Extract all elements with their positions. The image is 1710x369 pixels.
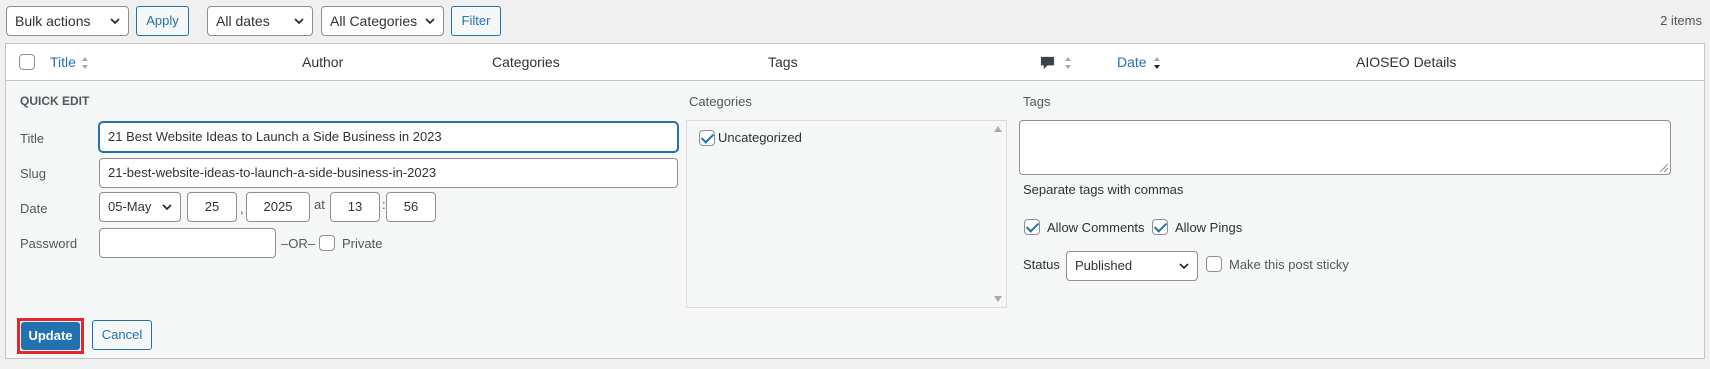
category-checkbox[interactable] [699, 130, 715, 146]
sort-icon[interactable] [1064, 56, 1072, 70]
month-value: 05-May [108, 199, 152, 214]
month-select[interactable]: 05-May [99, 192, 181, 222]
column-aioseo-details: AIOSEO Details [1356, 54, 1457, 70]
tags-hint: Separate tags with commas [1023, 182, 1184, 197]
chevron-down-icon [294, 18, 304, 25]
slug-label: Slug [20, 166, 47, 181]
private-label: Private [342, 236, 383, 251]
bulk-actions-label: Bulk actions [15, 13, 91, 29]
tags-label: Tags [1023, 94, 1051, 109]
year-input[interactable]: 2025 [246, 192, 310, 222]
column-tags: Tags [768, 54, 798, 70]
scroll-down-icon[interactable] [994, 296, 1002, 302]
title-label: Title [20, 131, 45, 146]
sort-icon[interactable] [1153, 56, 1161, 70]
chevron-down-icon [1179, 263, 1189, 270]
day-input[interactable]: 25 [187, 192, 237, 222]
allow-comments-checkbox[interactable] [1024, 219, 1040, 235]
status-label: Status [1023, 257, 1060, 272]
column-categories: Categories [492, 54, 560, 70]
sticky-checkbox[interactable] [1206, 256, 1222, 272]
password-input[interactable] [99, 228, 276, 258]
apply-button[interactable]: Apply [136, 6, 189, 36]
category-label: Uncategorized [718, 130, 802, 145]
bulk-actions-select[interactable]: Bulk actions [6, 6, 129, 36]
dates-label: All dates [216, 13, 270, 29]
private-checkbox[interactable] [319, 235, 335, 251]
minute-input[interactable]: 56 [386, 192, 436, 222]
allow-pings-checkbox[interactable] [1152, 219, 1168, 235]
status-value: Published [1075, 258, 1133, 273]
at-label: at [314, 197, 325, 212]
update-highlight: Update [17, 318, 84, 354]
update-button[interactable]: Update [21, 322, 80, 350]
allow-comments-label: Allow Comments [1047, 220, 1145, 235]
filter-button[interactable]: Filter [451, 6, 501, 36]
chevron-down-icon [162, 204, 172, 211]
select-all-checkbox[interactable] [19, 54, 35, 70]
or-label: –OR– [281, 236, 315, 251]
title-input[interactable]: 21 Best Website Ideas to Launch a Side B… [99, 122, 678, 152]
categories-filter-label: All Categories [330, 13, 418, 29]
sticky-label: Make this post sticky [1229, 257, 1349, 272]
hour-input[interactable]: 13 [330, 192, 380, 222]
allow-pings-label: Allow Pings [1175, 220, 1243, 235]
date-label: Date [20, 201, 48, 216]
resize-handle-icon[interactable] [1660, 164, 1668, 172]
chevron-down-icon [425, 18, 435, 25]
column-date[interactable]: Date [1117, 54, 1147, 70]
chevron-down-icon [110, 18, 120, 25]
status-select[interactable]: Published [1066, 251, 1198, 281]
categories-label: Categories [689, 94, 752, 109]
column-author: Author [302, 54, 344, 70]
comment-icon[interactable] [1040, 55, 1055, 70]
tags-textarea[interactable] [1019, 120, 1671, 175]
date-comma: , [240, 201, 244, 216]
categories-checklist[interactable]: Uncategorized [686, 120, 1007, 308]
table-header: Title Author Categories Tags Date AIOSEO… [5, 43, 1705, 81]
password-label: Password [20, 236, 78, 251]
column-title[interactable]: Title [50, 54, 76, 70]
sort-icon[interactable] [81, 56, 89, 70]
cancel-button[interactable]: Cancel [92, 320, 152, 350]
dates-select[interactable]: All dates [207, 6, 313, 36]
slug-input[interactable]: 21-best-website-ideas-to-launch-a-side-b… [99, 158, 678, 188]
scroll-up-icon[interactable] [994, 126, 1002, 132]
items-count: 2 items [1660, 13, 1702, 28]
categories-select[interactable]: All Categories [321, 6, 444, 36]
quick-edit-heading: QUICK EDIT [20, 94, 90, 108]
